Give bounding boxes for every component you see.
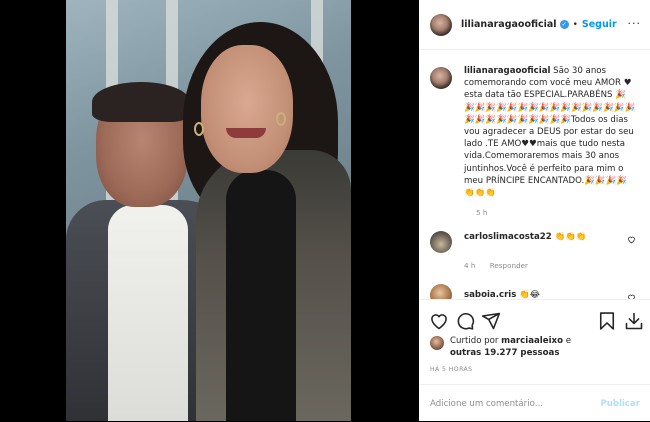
- more-options-icon[interactable]: ···: [628, 17, 642, 30]
- caption-body: São 30 anos comemorando com você meu AMO…: [464, 66, 636, 199]
- photo-man-hair: [92, 82, 190, 122]
- comment-username[interactable]: saboia.cris: [464, 290, 516, 299]
- author-username[interactable]: lilianaragaooficial: [461, 19, 557, 30]
- likes-text: Curtido por marciaaleixo e outras 19.277…: [450, 335, 571, 360]
- action-icons: [429, 311, 644, 333]
- post-actions: Curtido por marciaaleixo e outras 19.277…: [419, 299, 650, 421]
- add-comment-bar: Publicar: [419, 384, 650, 422]
- photo-man-shirt: [108, 205, 188, 421]
- follow-button[interactable]: Seguir: [582, 19, 617, 30]
- likes-middle: e: [562, 336, 572, 346]
- verified-badge-icon: ✓: [559, 20, 569, 29]
- likes-summary: Curtido por marciaaleixo e outras 19.277…: [430, 335, 571, 360]
- post-media-area: [0, 0, 419, 421]
- comment-time: 4 h: [464, 261, 476, 271]
- photo-earring: [276, 112, 286, 126]
- comment-meta: 4 h Responder: [464, 261, 638, 270]
- post-side-panel: lilianaragaooficial ✓ • Seguir ··· lilia…: [419, 0, 650, 421]
- comment-item: carloslimacosta22 👏👏👏: [430, 231, 638, 254]
- eiffel-tower-avatar[interactable]: [430, 231, 452, 254]
- caption-author-avatar[interactable]: [430, 67, 452, 89]
- download-icon[interactable]: [624, 311, 644, 331]
- caption-text: lilianaragaooficial São 30 anos comemora…: [464, 65, 636, 199]
- share-icon[interactable]: [481, 311, 501, 331]
- comment-text: 👏😂: [519, 290, 540, 299]
- comment-username[interactable]: carloslimacosta22: [464, 232, 552, 242]
- heart-icon[interactable]: [429, 311, 449, 331]
- comment-content: carloslimacosta22 👏👏👏: [464, 231, 587, 253]
- photo-earring: [194, 122, 204, 136]
- reply-button[interactable]: Responder: [490, 261, 528, 270]
- comments-section[interactable]: lilianaragaooficial São 30 anos comemora…: [419, 51, 650, 299]
- bookmark-icon[interactable]: [597, 311, 617, 331]
- caption-username[interactable]: lilianaragaooficial: [464, 66, 550, 76]
- comment-text: 👏👏👏: [554, 232, 587, 243]
- header-separator: •: [572, 19, 578, 30]
- comment-icon[interactable]: [455, 311, 475, 331]
- liker-avatar[interactable]: [430, 336, 444, 350]
- photo-woman-smile: [226, 128, 266, 138]
- comment-content: saboia.cris 👏😂: [464, 289, 540, 299]
- post-header: lilianaragaooficial ✓ • Seguir ···: [419, 0, 650, 50]
- small-heart-icon[interactable]: [627, 235, 636, 244]
- caption-time: 5 h: [476, 208, 488, 218]
- saboia-avatar[interactable]: [430, 284, 452, 299]
- comment-input[interactable]: [430, 398, 601, 409]
- photo-woman-face: [201, 45, 293, 173]
- post-timestamp[interactable]: HÁ 5 HORAS: [430, 366, 473, 373]
- instagram-post-modal: lilianaragaooficial ✓ • Seguir ··· lilia…: [0, 0, 650, 421]
- comment-item: saboia.cris 👏😂: [430, 284, 638, 299]
- photo-woman-top: [226, 170, 296, 421]
- post-caption: lilianaragaooficial São 30 anos comemora…: [430, 65, 638, 199]
- liker-username[interactable]: marciaaleixo: [501, 336, 563, 346]
- publish-button[interactable]: Publicar: [600, 399, 640, 409]
- likes-prefix: Curtido por: [450, 336, 502, 346]
- author-avatar[interactable]: [430, 13, 452, 36]
- post-photo[interactable]: [66, 0, 351, 421]
- likes-others-link[interactable]: outras 19.277 pessoas: [450, 348, 559, 358]
